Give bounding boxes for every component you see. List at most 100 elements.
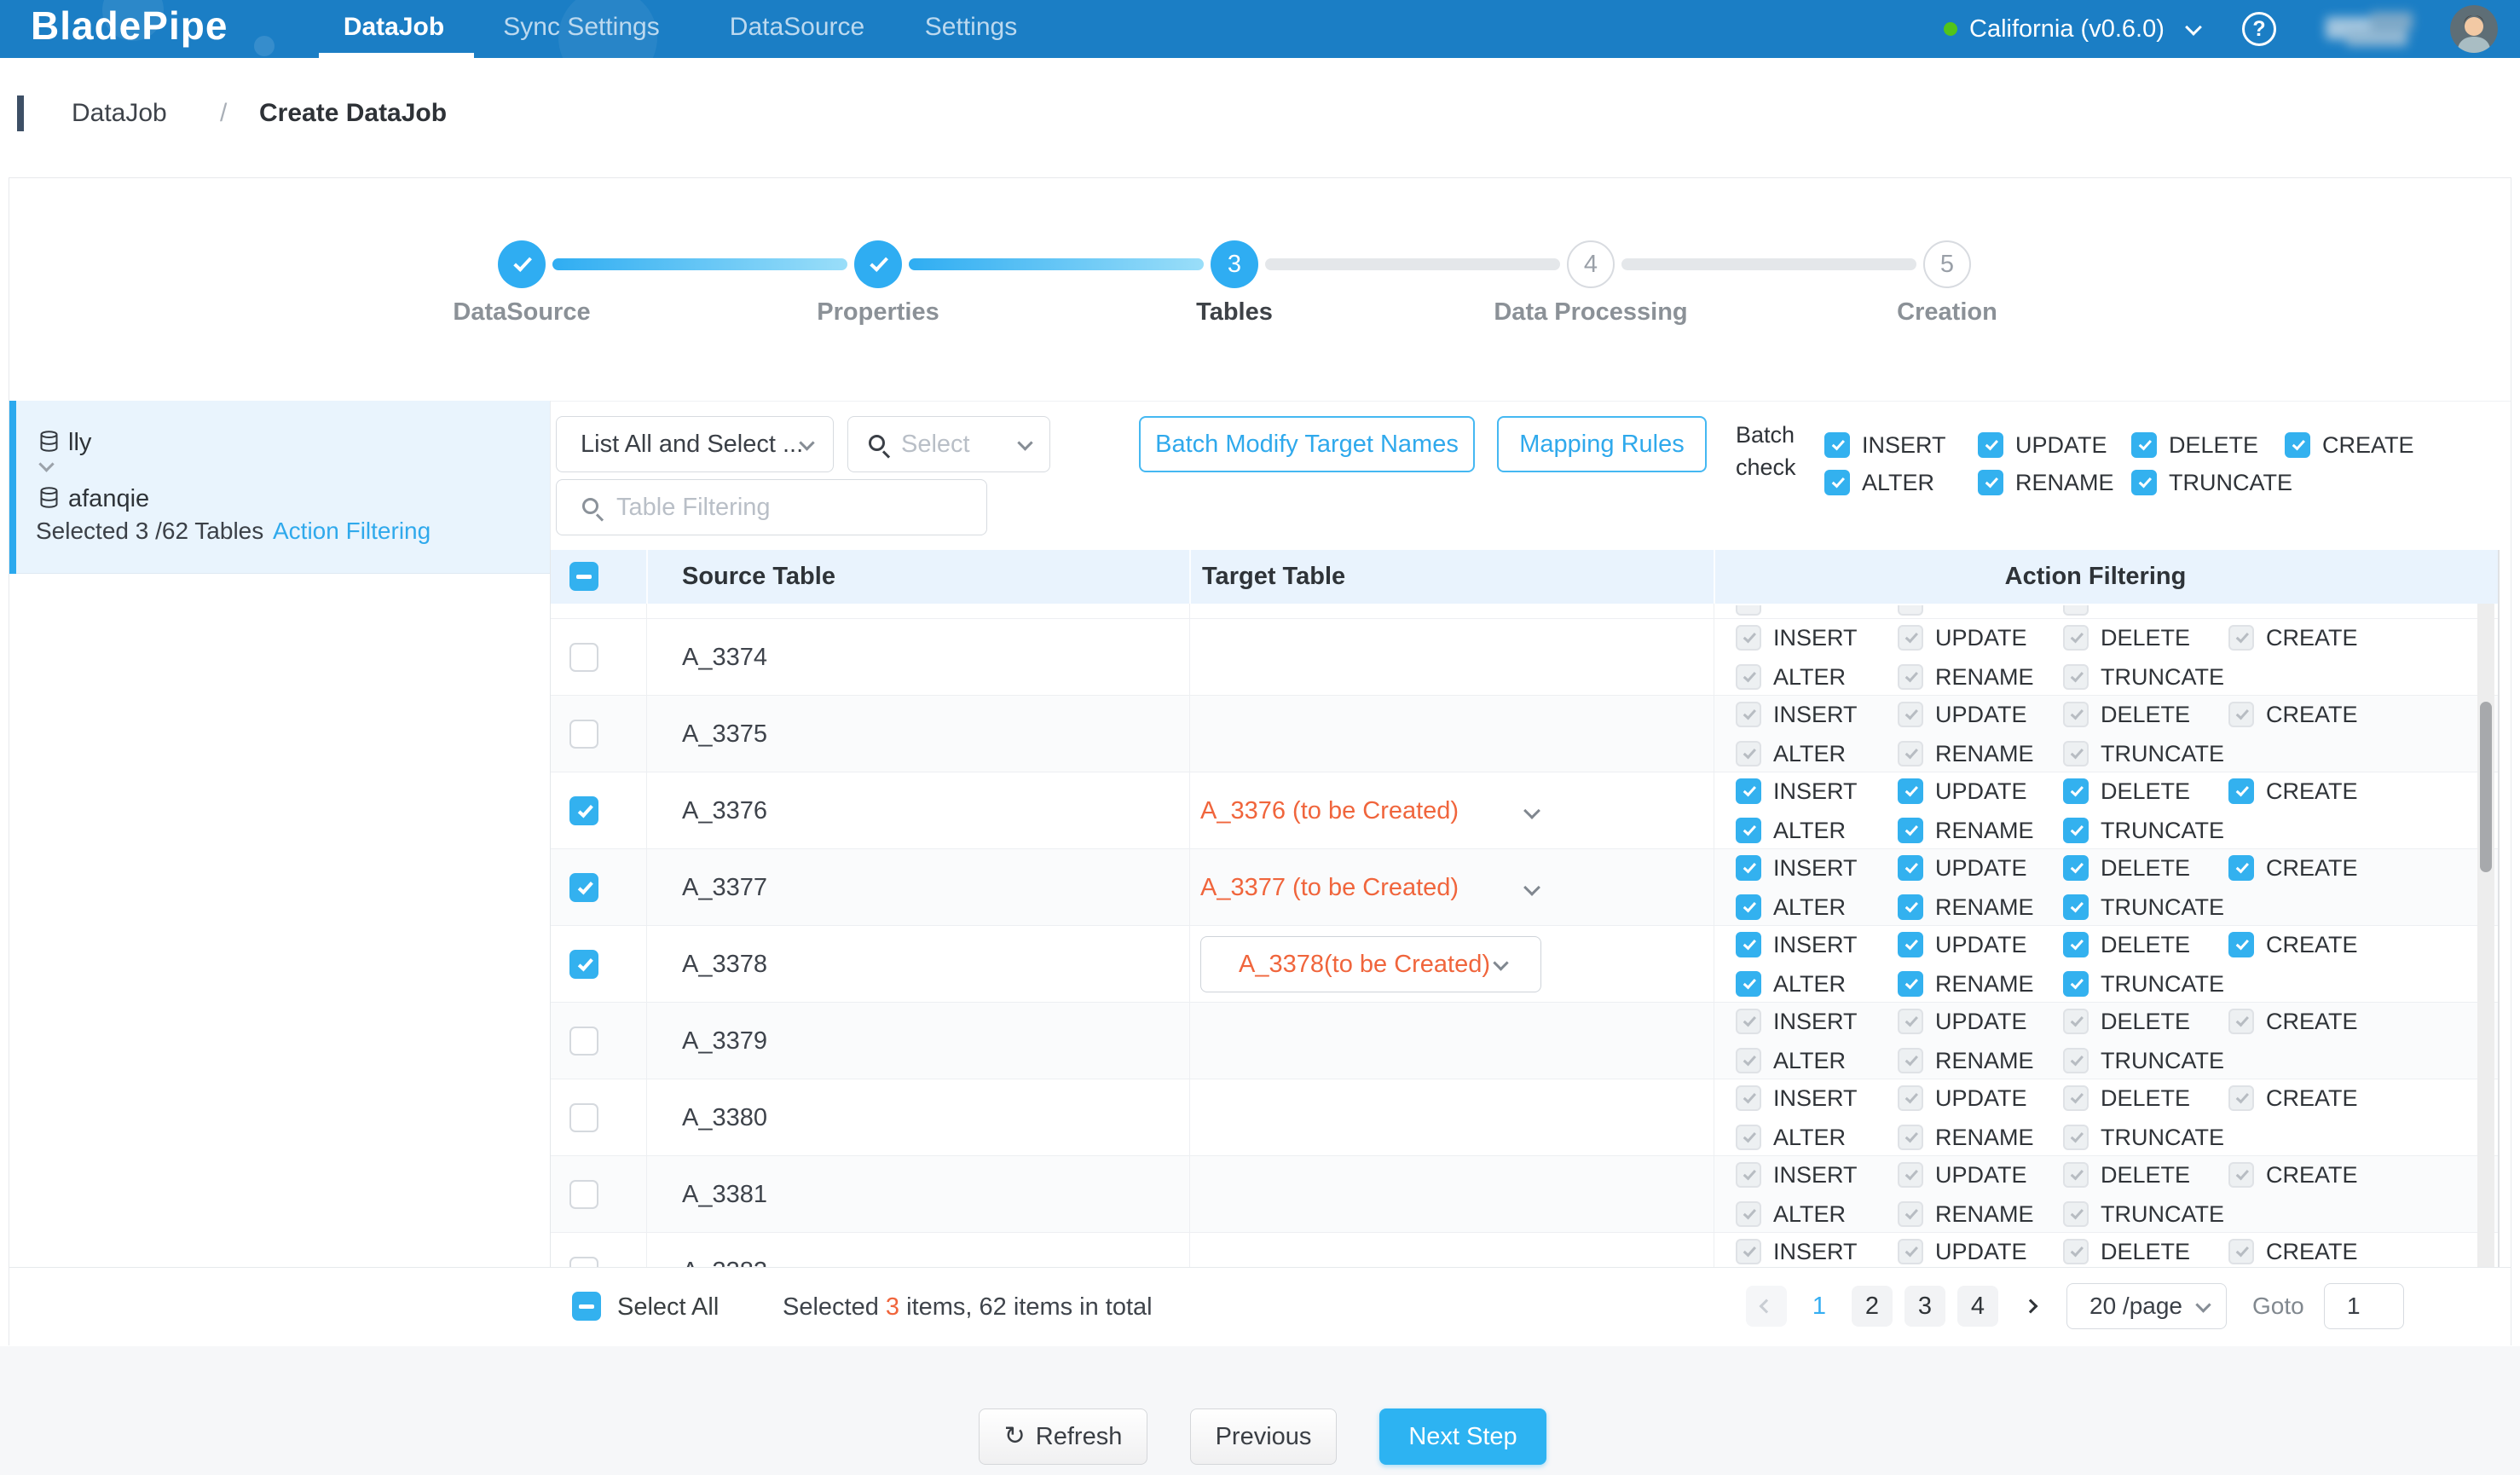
- list-mode-select[interactable]: List All and Select ...: [556, 416, 834, 472]
- action-update-checkbox[interactable]: [1898, 855, 1923, 881]
- action-create-label: CREATE: [2266, 855, 2358, 881]
- batch-insert-checkbox[interactable]: [1824, 432, 1850, 458]
- pagination-page-4[interactable]: 4: [1957, 1286, 1998, 1327]
- row-checkbox[interactable]: [569, 1103, 598, 1132]
- page-size-select[interactable]: 20 /page: [2066, 1283, 2227, 1329]
- nav-item-datajob[interactable]: DataJob: [344, 0, 444, 54]
- breadcrumb-parent[interactable]: DataJob: [72, 95, 167, 131]
- action-insert-checkbox: [1736, 1239, 1761, 1264]
- help-icon[interactable]: ?: [2242, 12, 2276, 46]
- table-filter-input[interactable]: Table Filtering: [556, 479, 987, 535]
- clipped-row-top: [550, 604, 2498, 619]
- goto-page-input[interactable]: 1: [2324, 1283, 2404, 1329]
- action-rename-checkbox[interactable]: [1898, 818, 1923, 843]
- action-alter-checkbox[interactable]: [1736, 894, 1761, 920]
- target-table-value[interactable]: A_3376 (to be Created): [1200, 772, 1459, 849]
- action-insert-label: INSERT: [1773, 855, 1858, 881]
- chevron-down-icon: [1493, 955, 1508, 970]
- table-row: A_3379 INSERTUPDATEDELETECREATEALTERRENA…: [550, 1003, 2498, 1079]
- action-create-checkbox[interactable]: [2228, 932, 2254, 957]
- pagination-page-3[interactable]: 3: [1904, 1286, 1945, 1327]
- batch-create-label: CREATE: [2322, 432, 2414, 458]
- step-circle-tables: 3: [1211, 240, 1258, 288]
- pagination-page-1[interactable]: 1: [1799, 1286, 1840, 1327]
- pagination-prev-button[interactable]: [1746, 1286, 1787, 1327]
- nav-item-datasource[interactable]: DataSource: [730, 0, 864, 54]
- clipped-checkbox: [1736, 605, 1761, 616]
- action-rename-checkbox[interactable]: [1898, 894, 1923, 920]
- action-create-checkbox[interactable]: [2228, 855, 2254, 881]
- action-truncate-checkbox[interactable]: [2063, 818, 2089, 843]
- action-truncate-checkbox: [2063, 1048, 2089, 1073]
- action-insert-label: INSERT: [1773, 932, 1858, 957]
- table-scrollbar-thumb[interactable]: [2480, 702, 2492, 872]
- action-alter-checkbox[interactable]: [1736, 818, 1761, 843]
- target-table-select[interactable]: A_3378(to be Created): [1200, 936, 1541, 992]
- table-row: A_3376 A_3376 (to be Created) INSERTUPDA…: [550, 772, 2498, 849]
- mapping-rules-button[interactable]: Mapping Rules: [1497, 416, 1707, 472]
- action-rename-label: RENAME: [1935, 1048, 2034, 1073]
- action-filtering-link[interactable]: Action Filtering: [273, 518, 431, 545]
- row-checkbox[interactable]: [569, 796, 598, 825]
- select-all-footer-checkbox[interactable]: [572, 1292, 601, 1321]
- batch-alter-checkbox[interactable]: [1824, 470, 1850, 495]
- region-version-selector[interactable]: California (v0.6.0): [1969, 0, 2165, 58]
- batch-truncate-checkbox[interactable]: [2131, 470, 2157, 495]
- action-insert-checkbox[interactable]: [1736, 778, 1761, 804]
- pagination-page-2[interactable]: 2: [1852, 1286, 1893, 1327]
- action-rename-checkbox: [1898, 1125, 1923, 1150]
- user-avatar[interactable]: [2450, 5, 2498, 53]
- batch-update-checkbox[interactable]: [1978, 432, 2003, 458]
- batch-delete-checkbox[interactable]: [2131, 432, 2157, 458]
- table-row: A_3374 INSERTUPDATEDELETECREATEALTERRENA…: [550, 619, 2498, 696]
- nav-item-sync-settings[interactable]: Sync Settings: [503, 0, 659, 54]
- row-checkbox[interactable]: [569, 1180, 598, 1209]
- row-checkbox[interactable]: [569, 873, 598, 902]
- action-delete-checkbox[interactable]: [2063, 778, 2089, 804]
- row-checkbox[interactable]: [569, 643, 598, 672]
- nav-item-settings[interactable]: Settings: [925, 0, 1017, 54]
- action-insert-checkbox: [1736, 702, 1761, 727]
- action-insert-checkbox[interactable]: [1736, 855, 1761, 881]
- batch-rename-checkbox[interactable]: [1978, 470, 2003, 495]
- row-checkbox[interactable]: [569, 1027, 598, 1056]
- action-insert-checkbox[interactable]: [1736, 932, 1761, 957]
- action-truncate-checkbox[interactable]: [2063, 894, 2089, 920]
- previous-button[interactable]: Previous: [1190, 1408, 1337, 1465]
- row-checkbox[interactable]: [569, 720, 598, 749]
- action-delete-label: DELETE: [2101, 1162, 2190, 1188]
- action-insert-label: INSERT: [1773, 625, 1858, 651]
- action-truncate-checkbox[interactable]: [2063, 971, 2089, 997]
- action-delete-checkbox[interactable]: [2063, 932, 2089, 957]
- action-delete-label: DELETE: [2101, 625, 2190, 651]
- batch-create-checkbox[interactable]: [2285, 432, 2310, 458]
- action-update-checkbox[interactable]: [1898, 932, 1923, 957]
- action-create-checkbox: [2228, 702, 2254, 727]
- action-rename-label: RENAME: [1935, 894, 2034, 920]
- select-all-header-checkbox[interactable]: [569, 562, 598, 591]
- action-update-checkbox[interactable]: [1898, 778, 1923, 804]
- action-alter-checkbox[interactable]: [1736, 971, 1761, 997]
- schema-select[interactable]: Select: [847, 416, 1050, 472]
- action-rename-label: RENAME: [1935, 1125, 2034, 1150]
- column-header-target-table: Target Table: [1202, 550, 1345, 604]
- breadcrumb-separator: /: [220, 95, 227, 131]
- action-delete-checkbox[interactable]: [2063, 855, 2089, 881]
- pagination-next-button[interactable]: [2010, 1286, 2051, 1327]
- action-create-checkbox[interactable]: [2228, 778, 2254, 804]
- step-connector: [1621, 258, 1916, 270]
- action-alter-label: ALTER: [1773, 818, 1846, 843]
- step-connector: [1265, 258, 1560, 270]
- blurred-username: [2321, 12, 2428, 48]
- next-step-button[interactable]: Next Step: [1379, 1408, 1546, 1465]
- action-rename-label: RENAME: [1935, 818, 2034, 843]
- batch-rename-label: RENAME: [2015, 470, 2114, 495]
- refresh-button[interactable]: ↻ Refresh: [979, 1408, 1147, 1465]
- action-alter-label: ALTER: [1773, 664, 1846, 690]
- batch-modify-target-names-button[interactable]: Batch Modify Target Names: [1139, 416, 1475, 472]
- target-table-value[interactable]: A_3377 (to be Created): [1200, 849, 1459, 926]
- action-rename-checkbox[interactable]: [1898, 971, 1923, 997]
- row-checkbox[interactable]: [569, 950, 598, 979]
- action-update-label: UPDATE: [1935, 625, 2027, 651]
- action-create-checkbox: [2228, 1162, 2254, 1188]
